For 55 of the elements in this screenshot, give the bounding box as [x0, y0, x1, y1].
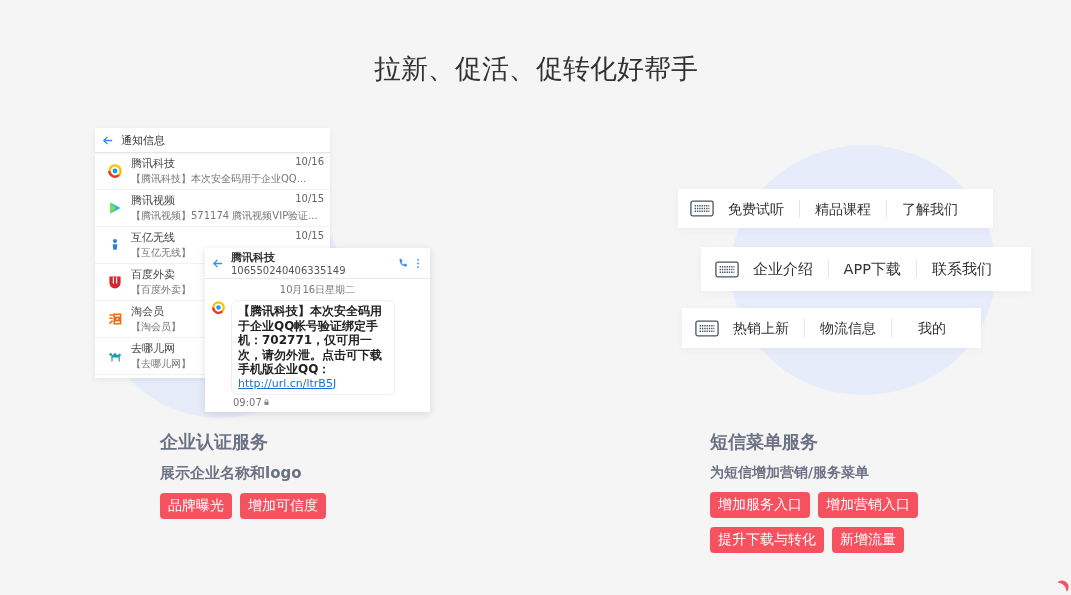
sender-name: 百度外卖: [131, 267, 175, 282]
sender-name: 腾讯视频: [131, 193, 175, 208]
shield-logo-icon: [107, 274, 123, 290]
sender-name: 淘会员: [131, 304, 164, 319]
sender-name: 去哪儿网: [131, 341, 175, 356]
feature-tag: 增加服务入口: [710, 492, 810, 518]
menu-item[interactable]: 热销上新: [732, 319, 804, 337]
message-text: 【腾讯科技】本次安全码用于企业QQ帐号验证绑定手机：702771，仅可用一次，请勿外泄。点击可下载手机版企业QQ：: [238, 304, 383, 377]
screen-title: 通知信息: [121, 132, 165, 148]
service-subtitle: 为短信增加营销/服务菜单: [710, 464, 870, 482]
arc-icon: [1055, 579, 1069, 593]
menu-item[interactable]: 了解我们: [885, 199, 973, 218]
keyboard-icon[interactable]: [694, 319, 719, 337]
sender-name: 腾讯科技: [131, 156, 175, 171]
back-arrow-icon[interactable]: [212, 257, 223, 269]
keyboard-icon[interactable]: [689, 200, 714, 217]
menu-item[interactable]: 联系我们: [915, 260, 1007, 278]
feature-tag: 品牌曝光: [160, 493, 232, 519]
sender-name: 腾讯科技: [231, 250, 276, 265]
message-preview: 【淘会员】: [131, 320, 181, 334]
menu-item[interactable]: 企业介绍: [752, 260, 828, 278]
ring-logo-icon: [211, 300, 226, 315]
menu-item[interactable]: 精品课程: [798, 199, 886, 218]
message-preview: 【去哪儿网】: [131, 357, 191, 371]
message-preview: 【腾讯视频】571174 腾讯视频VIP验证...: [131, 209, 318, 223]
message-preview: 【腾讯科技】本次安全码用于企业QQ...: [131, 172, 307, 186]
feature-tag: 新增流量: [832, 527, 904, 553]
message-date: 10/15: [295, 230, 324, 243]
service-title: 企业认证服务: [160, 430, 269, 454]
back-arrow-icon[interactable]: [102, 134, 113, 146]
message-time: 09:07: [233, 396, 262, 408]
sender-name: 互亿无线: [131, 230, 175, 245]
more-icon[interactable]: [416, 257, 420, 269]
feature-tag: 提升下载与转化: [710, 527, 824, 553]
message-link[interactable]: http://url.cn/ltrB5J: [238, 376, 388, 391]
menu-item[interactable]: 物流信息: [803, 319, 891, 337]
play-logo-icon: [107, 200, 123, 216]
menu-item[interactable]: 我的: [890, 319, 972, 337]
service-subtitle: 展示企业名称和logo: [160, 464, 303, 483]
ring-logo-icon: [107, 163, 123, 179]
conversation-date: 10月16日星期二: [278, 283, 357, 297]
service-title: 短信菜单服务: [710, 430, 819, 454]
menu-item[interactable]: 免费试听: [727, 199, 799, 218]
feature-tag: 增加营销入口: [818, 492, 918, 518]
message-preview: 【百度外卖】: [131, 283, 191, 297]
message-date: 10/15: [295, 193, 324, 206]
phone-icon[interactable]: [398, 258, 408, 268]
feature-tag: 增加可信度: [240, 493, 326, 519]
menu-item[interactable]: APP下载: [827, 260, 916, 278]
message-preview: 【互亿无线】: [131, 246, 191, 260]
sender-number: 106550240406335149: [231, 265, 347, 276]
section-heading: 拉新、促活、促转化好帮手: [372, 52, 699, 86]
keyboard-icon[interactable]: [714, 260, 739, 278]
lock-icon: [263, 399, 269, 405]
message-date: 10/16: [295, 156, 324, 169]
